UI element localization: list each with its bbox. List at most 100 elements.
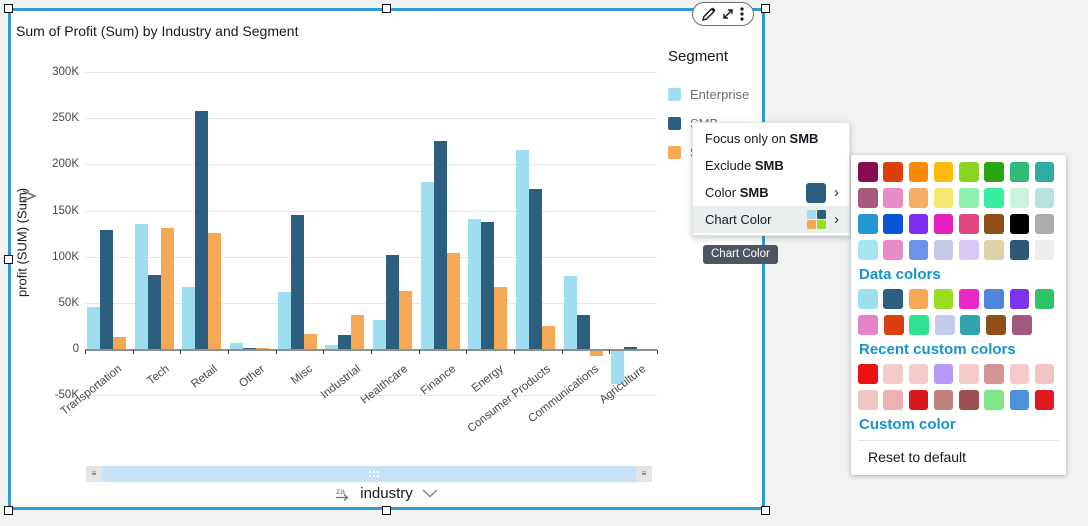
bar-Enterprise-Transportation[interactable] — [87, 307, 100, 349]
theme-color-swatch[interactable] — [909, 162, 929, 182]
recent-color-swatch[interactable] — [858, 390, 878, 410]
theme-color-swatch[interactable] — [883, 214, 903, 234]
bar-Enterprise-Other[interactable] — [230, 343, 243, 349]
selection-handle[interactable] — [761, 506, 770, 515]
theme-color-swatch[interactable] — [858, 214, 878, 234]
kebab-menu-icon[interactable] — [740, 7, 744, 21]
recent-color-swatch[interactable] — [1035, 364, 1055, 384]
x-axis-control[interactable]: za industry — [8, 485, 765, 502]
selection-handle[interactable] — [382, 506, 391, 515]
chart-widget[interactable]: Sum of Profit (Sum) by Industry and Segm… — [8, 8, 765, 510]
data-color-swatch[interactable] — [1010, 289, 1030, 309]
theme-color-swatch[interactable] — [883, 162, 903, 182]
theme-color-swatch[interactable] — [858, 162, 878, 182]
theme-color-swatch[interactable] — [984, 240, 1004, 260]
recent-color-swatch[interactable] — [959, 390, 979, 410]
bar-Enterprise-Retail[interactable] — [182, 287, 195, 349]
bar-Enterprise-Finance[interactable] — [421, 182, 434, 349]
theme-color-swatch[interactable] — [858, 188, 878, 208]
theme-color-swatch[interactable] — [1035, 162, 1055, 182]
x-axis-label[interactable]: industry — [360, 485, 413, 502]
data-color-swatch[interactable] — [858, 289, 878, 309]
recent-color-swatch[interactable] — [934, 390, 954, 410]
recent-color-swatch[interactable] — [984, 364, 1004, 384]
bar-SMB-Agriculture[interactable] — [624, 347, 637, 349]
theme-color-swatch[interactable] — [984, 162, 1004, 182]
recent-color-swatch[interactable] — [1010, 390, 1030, 410]
scrollbar-right-cap[interactable]: ≡ — [636, 466, 652, 482]
theme-color-swatch[interactable] — [934, 240, 954, 260]
data-color-swatch[interactable] — [986, 315, 1006, 335]
bar-SMB-Industrial[interactable] — [338, 335, 351, 349]
theme-color-swatch[interactable] — [959, 214, 979, 234]
bar-SMB-Tech[interactable] — [148, 275, 161, 349]
bar-St-Other[interactable] — [256, 348, 269, 349]
theme-color-swatch[interactable] — [984, 214, 1004, 234]
recent-color-swatch[interactable] — [883, 390, 903, 410]
data-color-swatch[interactable] — [909, 315, 929, 335]
selection-handle[interactable] — [4, 4, 13, 13]
bar-St-Misc[interactable] — [304, 334, 317, 349]
data-color-swatch[interactable] — [934, 289, 954, 309]
theme-color-swatch[interactable] — [883, 188, 903, 208]
menu-item-color-smb[interactable]: Color SMB› — [693, 179, 849, 206]
recent-color-swatch[interactable] — [883, 364, 903, 384]
theme-color-swatch[interactable] — [1035, 240, 1055, 260]
theme-color-swatch[interactable] — [909, 188, 929, 208]
selection-handle[interactable] — [382, 4, 391, 13]
bar-SMB-Misc[interactable] — [291, 215, 304, 349]
bar-SMB-Retail[interactable] — [195, 111, 208, 349]
data-color-swatch[interactable] — [960, 315, 980, 335]
theme-color-swatch[interactable] — [984, 188, 1004, 208]
data-color-swatch[interactable] — [984, 289, 1004, 309]
bar-Enterprise-Industrial[interactable] — [325, 345, 338, 349]
recent-color-swatch[interactable] — [909, 390, 929, 410]
theme-color-swatch[interactable] — [1010, 240, 1030, 260]
bar-Enterprise-Misc[interactable] — [278, 292, 291, 349]
theme-color-swatch[interactable] — [909, 214, 929, 234]
reset-to-default-button[interactable]: Reset to default — [858, 440, 1060, 469]
x-axis-scrollbar[interactable] — [102, 466, 636, 482]
theme-color-swatch[interactable] — [1010, 188, 1030, 208]
data-color-swatch[interactable] — [935, 315, 955, 335]
theme-color-swatch[interactable] — [1010, 214, 1030, 234]
bar-Enterprise-Healthcare[interactable] — [373, 320, 386, 349]
bar-SMB-Finance[interactable] — [434, 141, 447, 349]
data-color-swatch[interactable] — [858, 315, 878, 335]
theme-color-swatch[interactable] — [934, 188, 954, 208]
bar-Enterprise-Energy[interactable] — [468, 219, 481, 349]
pencil-icon[interactable] — [702, 7, 716, 21]
expand-icon[interactable] — [721, 7, 735, 21]
scrollbar-left-cap[interactable]: ≡ — [86, 466, 102, 482]
sort-za-icon[interactable]: za — [335, 486, 351, 501]
recent-color-swatch[interactable] — [934, 364, 954, 384]
bar-SMB-Communications[interactable] — [577, 315, 590, 349]
bar-Enterprise-Communications[interactable] — [564, 276, 577, 349]
custom-color-link[interactable]: Custom color — [859, 416, 1060, 433]
bar-St-Communications[interactable] — [590, 351, 603, 356]
bar-Enterprise-Tech[interactable] — [135, 224, 148, 349]
data-color-swatch[interactable] — [884, 315, 904, 335]
legend-item-Enterprise[interactable]: Enterprise — [668, 87, 763, 102]
menu-item-focus-only-on-smb[interactable]: Focus only on SMB — [693, 125, 849, 152]
selection-handle[interactable] — [4, 506, 13, 515]
selection-handle[interactable] — [761, 4, 770, 13]
theme-color-swatch[interactable] — [883, 240, 903, 260]
recent-color-swatch[interactable] — [959, 364, 979, 384]
recent-color-swatch[interactable] — [909, 364, 929, 384]
chevron-down-icon[interactable] — [422, 489, 438, 498]
selection-handle[interactable] — [4, 255, 13, 264]
recent-custom-colors-header[interactable]: Recent custom colors — [859, 341, 1060, 358]
theme-color-swatch[interactable] — [1010, 162, 1030, 182]
bar-St-Transportation[interactable] — [113, 337, 126, 349]
data-color-swatch[interactable] — [1012, 315, 1032, 335]
bar-St-Finance[interactable] — [447, 253, 460, 349]
theme-color-swatch[interactable] — [959, 162, 979, 182]
data-color-swatch[interactable] — [1035, 289, 1055, 309]
bar-St-Retail[interactable] — [208, 233, 221, 349]
theme-color-swatch[interactable] — [959, 240, 979, 260]
bar-Enterprise-Consumer Products[interactable] — [516, 150, 529, 349]
theme-color-swatch[interactable] — [934, 214, 954, 234]
menu-item-chart-color[interactable]: Chart Color› — [693, 206, 849, 233]
bar-St-Energy[interactable] — [494, 287, 507, 349]
